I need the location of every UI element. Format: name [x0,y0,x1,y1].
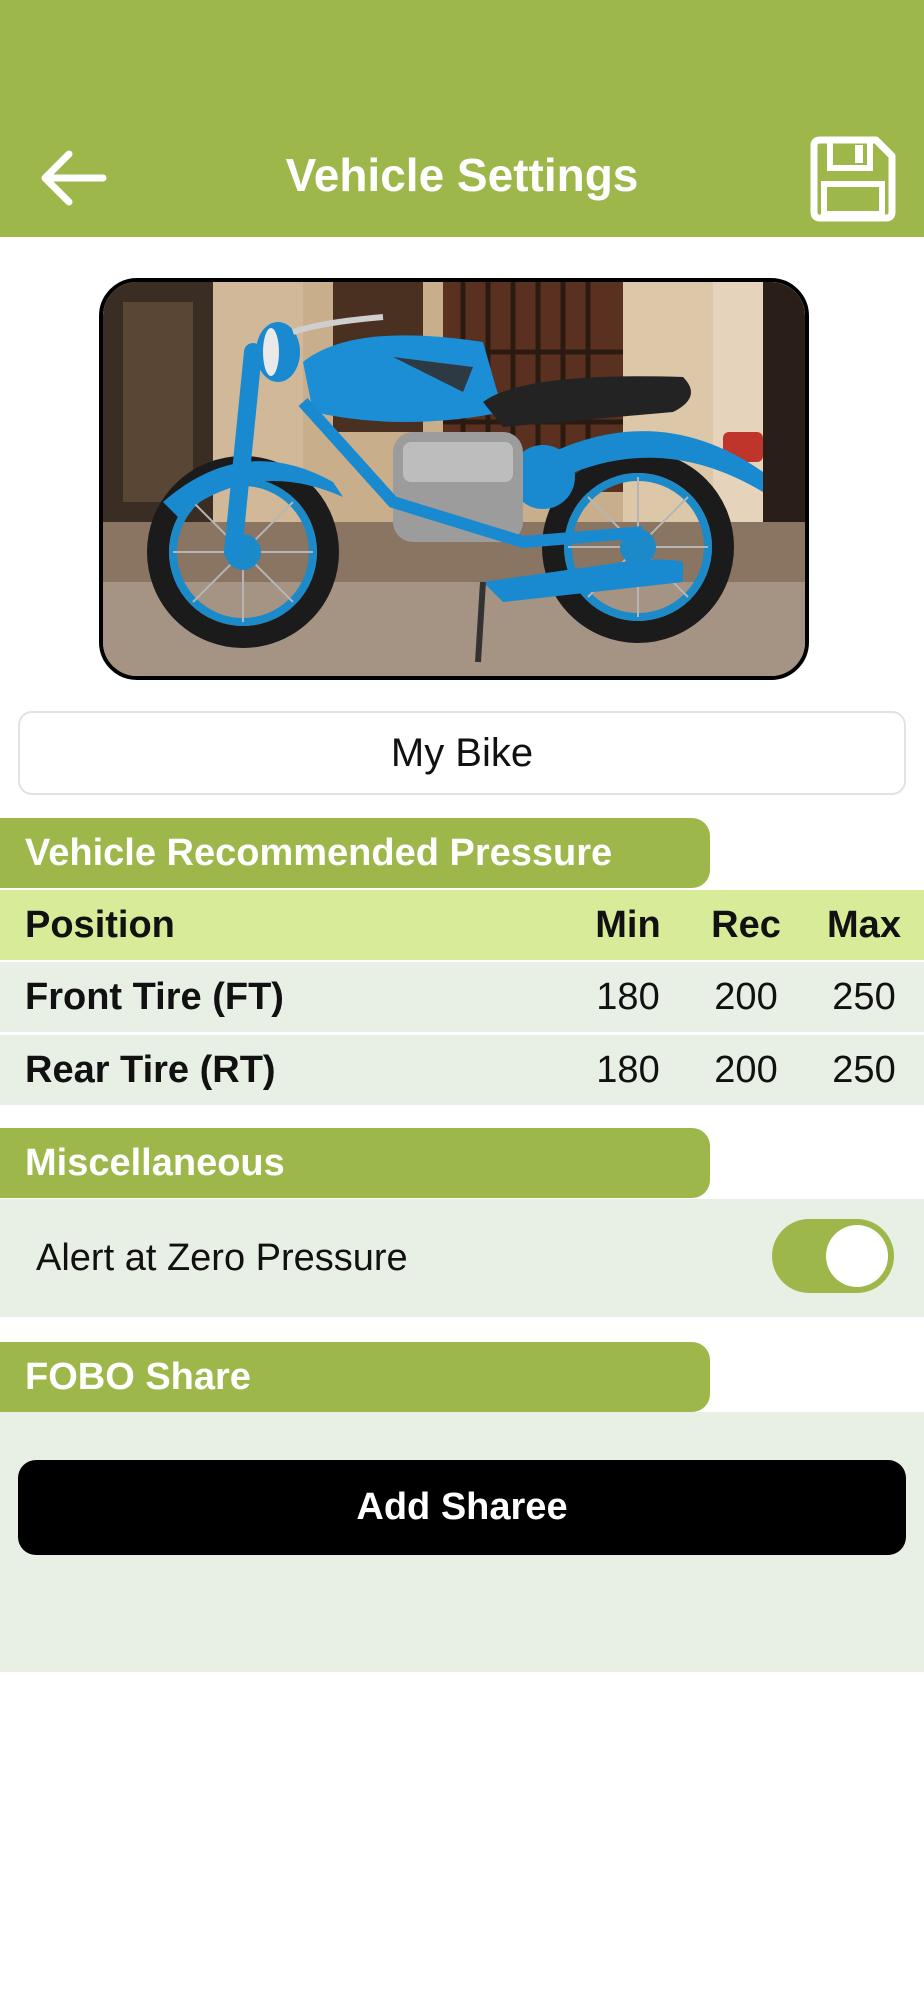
misc-panel: Alert at Zero Pressure [0,1199,924,1317]
column-min: Min [595,904,661,946]
row-min: 180 [596,1049,660,1091]
save-button[interactable] [810,136,896,222]
toggle-knob [826,1225,888,1287]
misc-section-title: Miscellaneous [0,1128,710,1198]
fobo-section-title: FOBO Share [0,1342,710,1412]
vehicle-photo[interactable] [99,278,809,680]
pressure-table-header: Position Min Rec Max [0,890,924,960]
row-position: Rear Tire (RT) [25,1049,276,1091]
row-position: Front Tire (FT) [25,976,284,1018]
alert-zero-pressure-toggle[interactable] [772,1219,894,1293]
row-max: 250 [832,976,896,1018]
table-row[interactable]: Rear Tire (RT) 180 200 250 [0,1035,924,1105]
row-min: 180 [596,976,660,1018]
app-header: Vehicle Settings [0,0,924,237]
pressure-section-title: Vehicle Recommended Pressure [0,818,710,888]
column-rec: Rec [711,904,781,946]
column-position: Position [25,904,175,946]
motorcycle-photo [103,282,805,676]
row-rec: 200 [714,976,778,1018]
table-row[interactable]: Front Tire (FT) 180 200 250 [0,962,924,1032]
alert-zero-pressure-label: Alert at Zero Pressure [36,1237,408,1279]
floppy-disk-icon [810,136,896,222]
add-sharee-button[interactable]: Add Sharee [18,1460,906,1555]
row-max: 250 [832,1049,896,1091]
vehicle-name-input[interactable] [18,711,906,795]
row-rec: 200 [714,1049,778,1091]
column-max: Max [827,904,901,946]
page-title: Vehicle Settings [285,149,639,201]
